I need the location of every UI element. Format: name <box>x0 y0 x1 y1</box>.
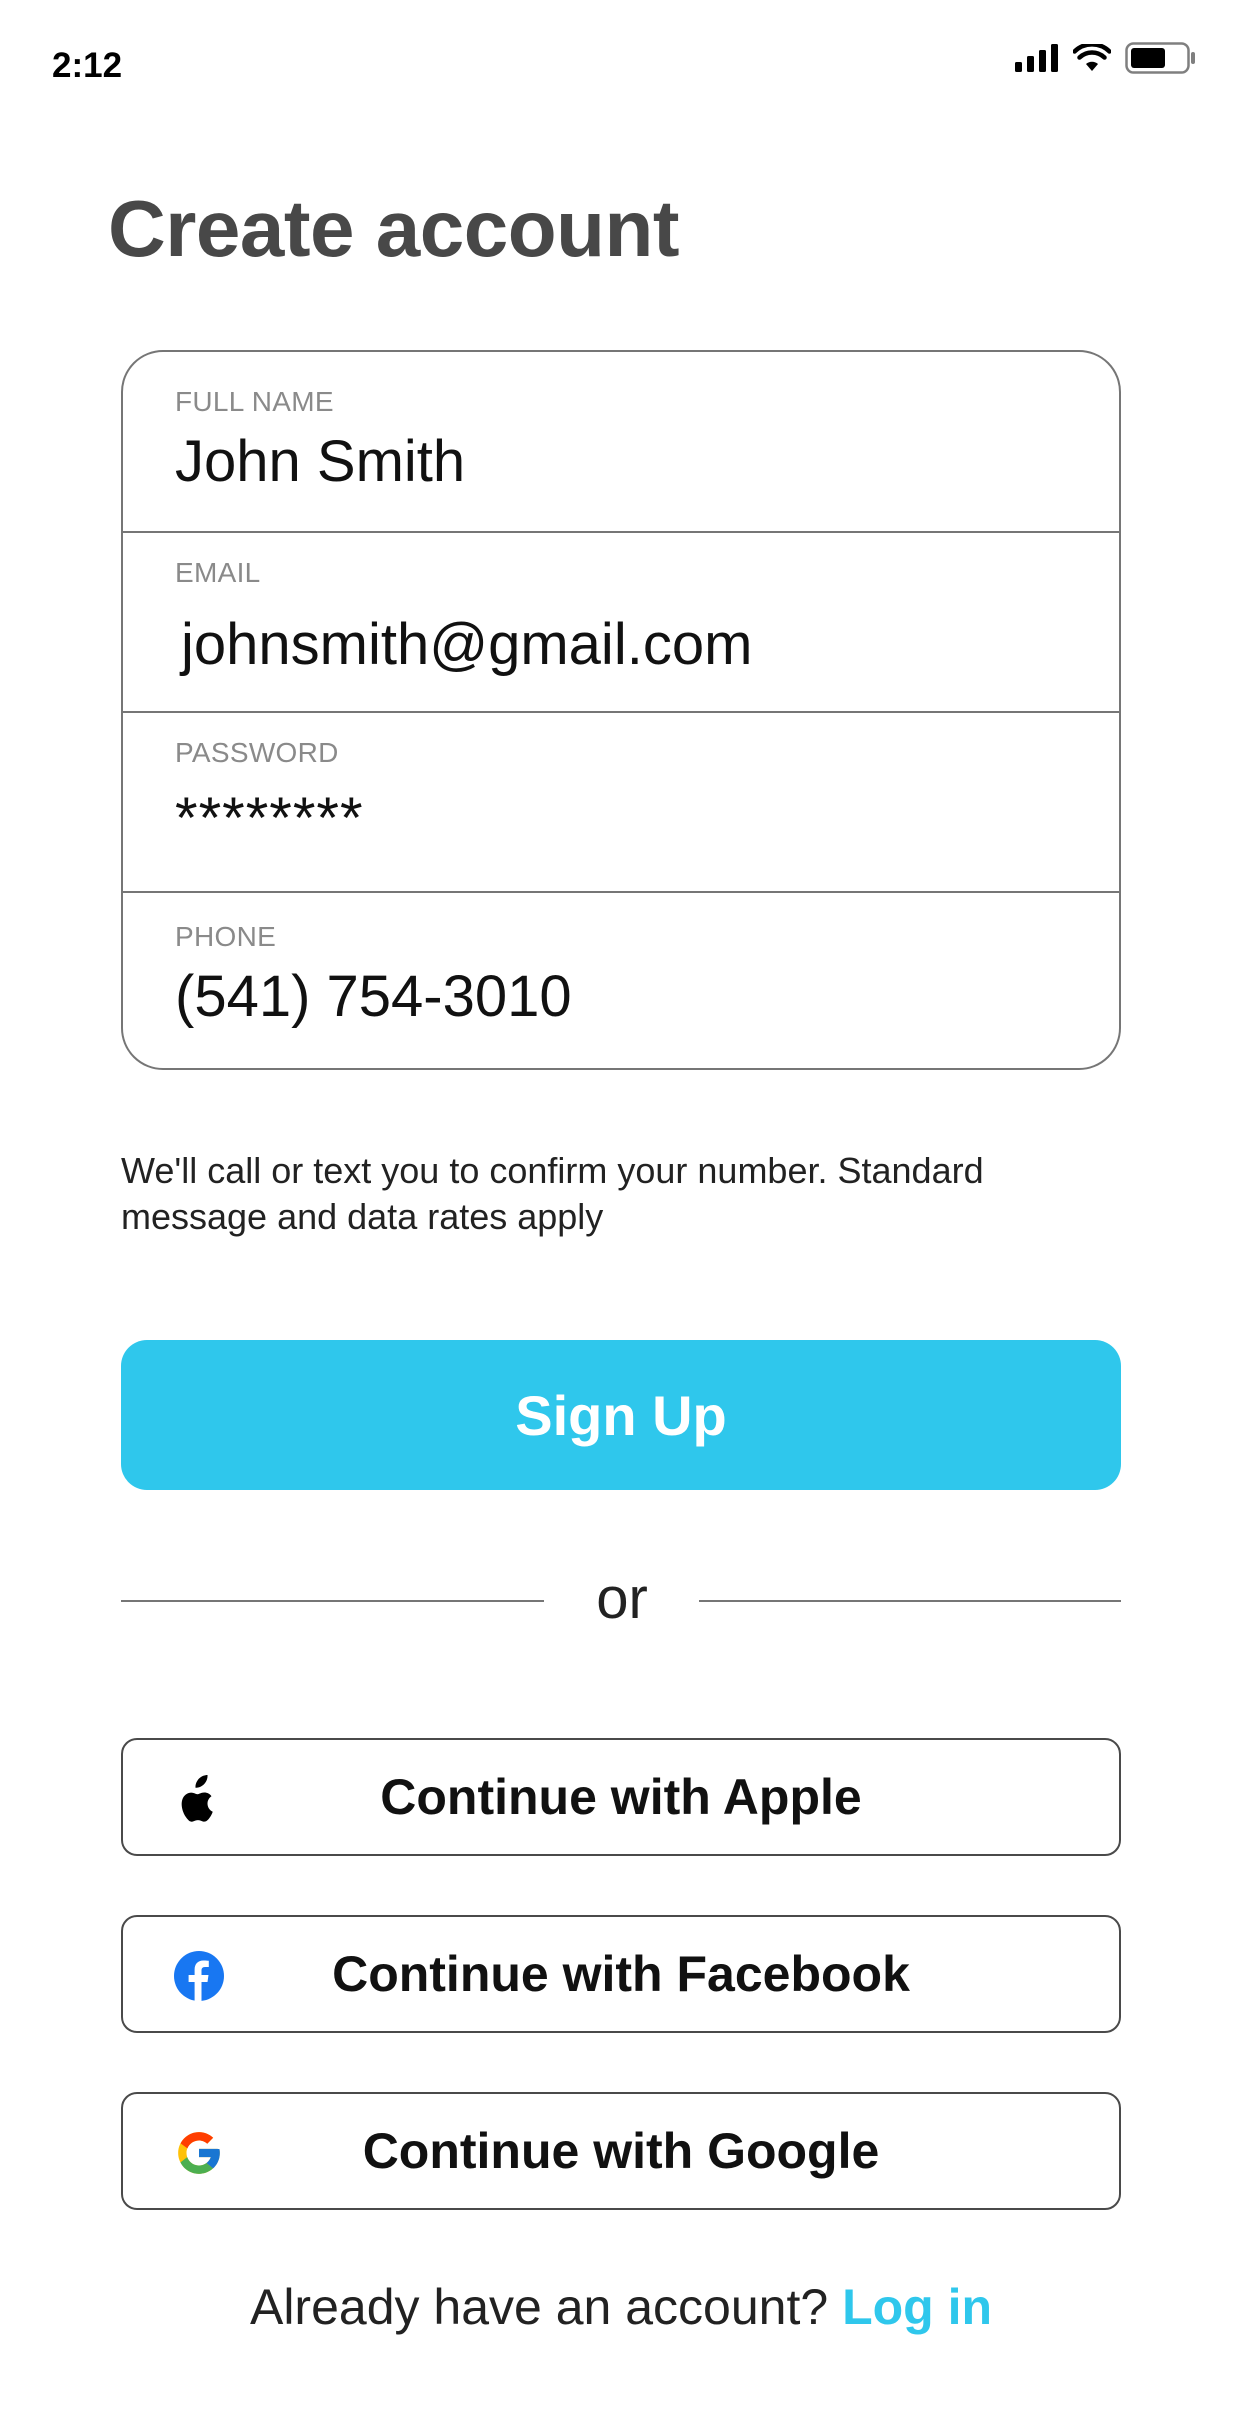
password-field[interactable]: PASSWORD ******** <box>123 713 1119 893</box>
continue-with-apple-button[interactable]: Continue with Apple <box>121 1738 1121 1856</box>
wifi-icon <box>1072 42 1112 77</box>
continue-with-google-button[interactable]: Continue with Google <box>121 2092 1121 2210</box>
password-value: ******** <box>175 786 364 851</box>
sign-up-button[interactable]: Sign Up <box>121 1340 1121 1490</box>
status-bar: 2:12 <box>0 0 1242 120</box>
email-field[interactable]: EMAIL johnsmith@gmail.com <box>123 533 1119 713</box>
status-icons <box>1015 42 1197 79</box>
facebook-button-label: Continue with Facebook <box>332 1946 910 2002</box>
continue-with-facebook-button[interactable]: Continue with Facebook <box>121 1915 1121 2033</box>
log-in-link[interactable]: Log in <box>842 2279 992 2335</box>
full-name-label: FULL NAME <box>175 386 334 417</box>
phone-field[interactable]: PHONE (541) 754-3010 <box>123 893 1119 1068</box>
full-name-field[interactable]: FULL NAME John Smith <box>123 352 1119 532</box>
email-label: EMAIL <box>175 557 261 588</box>
phone-confirmation-note: We'll call or text you to confirm your n… <box>121 1150 984 1237</box>
page-title: Create account <box>108 184 679 273</box>
signup-form: FULL NAME John Smith EMAIL johnsmith@gma… <box>121 350 1121 1070</box>
full-name-value: John Smith <box>175 429 466 494</box>
email-value: johnsmith@gmail.com <box>181 612 753 677</box>
phone-label: PHONE <box>175 921 277 952</box>
login-prompt: Already have an account? Log in <box>0 2278 1242 2336</box>
divider-line-left <box>121 1600 544 1602</box>
phone-value: (541) 754-3010 <box>175 964 572 1029</box>
password-label: PASSWORD <box>175 737 339 768</box>
divider-line-right <box>699 1600 1121 1602</box>
login-prompt-text: Already have an account? <box>249 2279 829 2335</box>
or-divider-text: or <box>596 1566 648 1631</box>
signal-icon <box>1015 44 1059 77</box>
battery-icon <box>1125 42 1197 79</box>
status-time: 2:12 <box>52 46 123 85</box>
apple-button-label: Continue with Apple <box>380 1769 862 1825</box>
google-button-label: Continue with Google <box>362 2123 880 2179</box>
